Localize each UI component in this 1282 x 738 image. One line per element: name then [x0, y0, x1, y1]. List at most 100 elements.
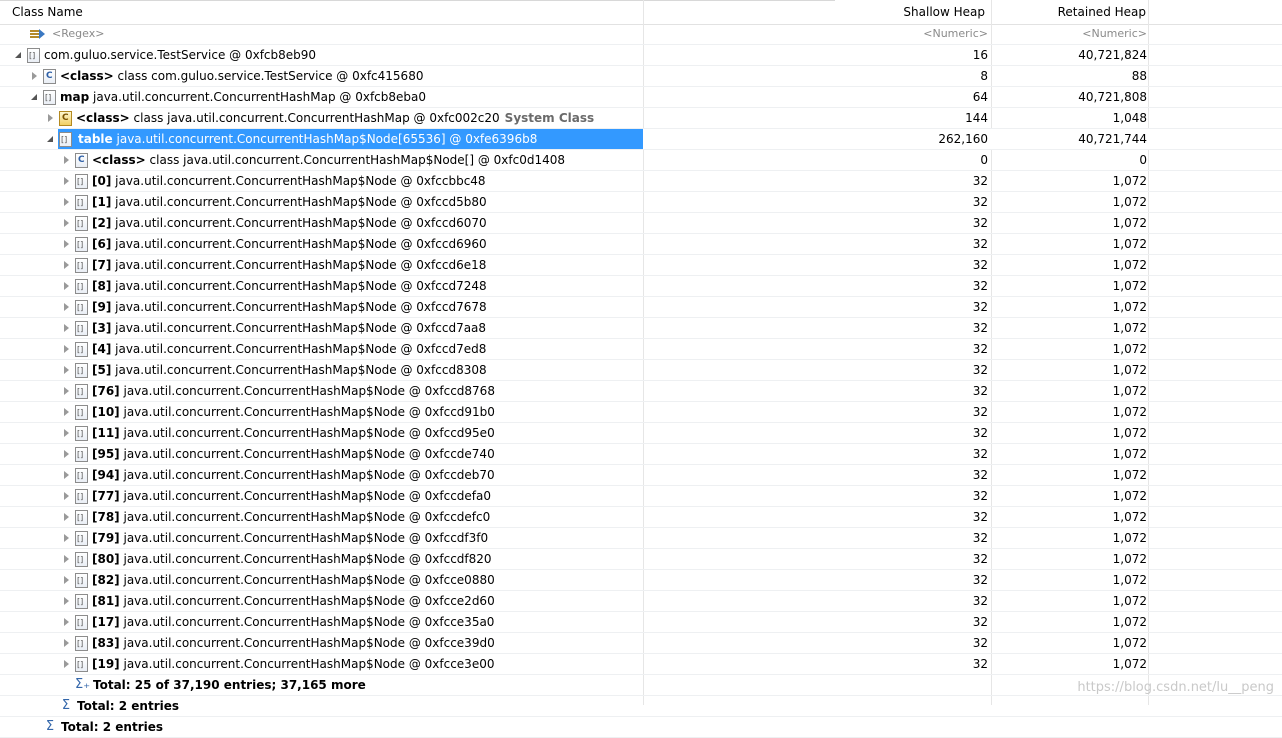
regex-filter-input[interactable]: <Regex>	[52, 24, 104, 44]
shallow-filter-input[interactable]: <Numeric>	[868, 24, 988, 44]
object-icon	[75, 341, 88, 357]
expand-right-icon[interactable]	[62, 218, 72, 228]
tree-row[interactable]: [76] java.util.concurrent.ConcurrentHash…	[0, 381, 1282, 402]
filter-row[interactable]: <Regex> <Numeric> <Numeric>	[0, 24, 1282, 45]
tree-row[interactable]: [79] java.util.concurrent.ConcurrentHash…	[0, 528, 1282, 549]
object-description: java.util.concurrent.ConcurrentHashMap$N…	[111, 258, 487, 272]
retained-heap-value: 1,072	[1112, 300, 1147, 314]
total-row[interactable]: Σ Total: 2 entries	[0, 717, 1282, 738]
tree-row[interactable]: [77] java.util.concurrent.ConcurrentHash…	[0, 486, 1282, 507]
tree-row[interactable]: [0] java.util.concurrent.ConcurrentHashM…	[0, 171, 1282, 192]
field-name: [11]	[92, 426, 120, 440]
tree-row[interactable]: [6] java.util.concurrent.ConcurrentHashM…	[0, 234, 1282, 255]
tree-row[interactable]: [78] java.util.concurrent.ConcurrentHash…	[0, 507, 1282, 528]
tree-row[interactable]: <class> class com.guluo.service.TestServ…	[0, 66, 1282, 87]
tree-row[interactable]: <class> class java.util.concurrent.Concu…	[0, 150, 1282, 171]
column-header-class-name[interactable]: Class Name	[12, 0, 83, 24]
retained-heap-value: 40,721,744	[1078, 132, 1147, 146]
expand-right-icon[interactable]	[62, 386, 72, 396]
row-label: <class> class java.util.concurrent.Concu…	[76, 108, 594, 128]
tree-row[interactable]: [11] java.util.concurrent.ConcurrentHash…	[0, 423, 1282, 444]
tree-row[interactable]: [82] java.util.concurrent.ConcurrentHash…	[0, 570, 1282, 591]
tree-row[interactable]: com.guluo.service.TestService @ 0xfcb8eb…	[0, 45, 1282, 66]
object-description: java.util.concurrent.ConcurrentHashMap$N…	[111, 300, 487, 314]
object-description: java.util.concurrent.ConcurrentHashMap$N…	[111, 216, 487, 230]
object-description: class java.util.concurrent.ConcurrentHas…	[129, 111, 500, 125]
expand-right-icon[interactable]	[62, 302, 72, 312]
tree-row[interactable]: [4] java.util.concurrent.ConcurrentHashM…	[0, 339, 1282, 360]
retained-heap-value: 1,072	[1112, 195, 1147, 209]
expand-right-icon[interactable]	[62, 491, 72, 501]
tree-row[interactable]: map java.util.concurrent.ConcurrentHashM…	[0, 87, 1282, 108]
tree-row[interactable]: [7] java.util.concurrent.ConcurrentHashM…	[0, 255, 1282, 276]
expand-right-icon[interactable]	[62, 596, 72, 606]
shallow-heap-value: 32	[972, 657, 988, 671]
object-description: class com.guluo.service.TestService @ 0x…	[113, 69, 424, 83]
tree-row[interactable]: [8] java.util.concurrent.ConcurrentHashM…	[0, 276, 1282, 297]
expand-right-icon[interactable]	[62, 281, 72, 291]
tree-row[interactable]: [9] java.util.concurrent.ConcurrentHashM…	[0, 297, 1282, 318]
row-label: [6] java.util.concurrent.ConcurrentHashM…	[92, 234, 487, 254]
expand-right-icon[interactable]	[62, 575, 72, 585]
header-top-line	[0, 0, 835, 1]
field-name: [8]	[92, 279, 112, 293]
tree-row[interactable]: [81] java.util.concurrent.ConcurrentHash…	[0, 591, 1282, 612]
expand-right-icon[interactable]	[62, 365, 72, 375]
row-label: [81] java.util.concurrent.ConcurrentHash…	[92, 591, 495, 611]
expand-right-icon[interactable]	[62, 470, 72, 480]
tree-row[interactable]: [83] java.util.concurrent.ConcurrentHash…	[0, 633, 1282, 654]
row-label: [95] java.util.concurrent.ConcurrentHash…	[92, 444, 495, 464]
tree-row[interactable]: [80] java.util.concurrent.ConcurrentHash…	[0, 549, 1282, 570]
expand-down-icon[interactable]	[14, 50, 24, 60]
shallow-heap-value: 32	[972, 216, 988, 230]
object-icon	[75, 635, 88, 651]
retained-heap-value	[1027, 717, 1147, 737]
expand-right-icon[interactable]	[62, 554, 72, 564]
expand-right-icon[interactable]	[62, 323, 72, 333]
field-name: [1]	[92, 195, 112, 209]
expand-right-icon[interactable]	[62, 197, 72, 207]
expand-right-icon[interactable]	[62, 512, 72, 522]
expand-right-icon[interactable]	[62, 449, 72, 459]
tree-row[interactable]: [5] java.util.concurrent.ConcurrentHashM…	[0, 360, 1282, 381]
column-header-shallow-heap[interactable]: Shallow Heap	[903, 0, 985, 24]
tree-row[interactable]: [95] java.util.concurrent.ConcurrentHash…	[0, 444, 1282, 465]
object-icon	[75, 173, 88, 189]
column-header-retained-heap[interactable]: Retained Heap	[1058, 0, 1146, 24]
expand-right-icon[interactable]	[30, 71, 40, 81]
tree-row[interactable]: [2] java.util.concurrent.ConcurrentHashM…	[0, 213, 1282, 234]
tree-row[interactable]: [17] java.util.concurrent.ConcurrentHash…	[0, 612, 1282, 633]
expand-right-icon[interactable]	[46, 113, 56, 123]
expand-right-icon[interactable]	[62, 344, 72, 354]
expand-right-icon[interactable]	[62, 638, 72, 648]
shallow-heap-value: 64	[972, 90, 988, 104]
expand-right-icon[interactable]	[62, 155, 72, 165]
expand-right-icon[interactable]	[62, 176, 72, 186]
expand-right-icon[interactable]	[62, 407, 72, 417]
tree-row[interactable]: [1] java.util.concurrent.ConcurrentHashM…	[0, 192, 1282, 213]
expand-down-icon[interactable]	[30, 92, 40, 102]
expand-right-icon[interactable]	[62, 659, 72, 669]
expand-right-icon[interactable]	[62, 239, 72, 249]
expand-right-icon[interactable]	[62, 428, 72, 438]
tree-row[interactable]: [3] java.util.concurrent.ConcurrentHashM…	[0, 318, 1282, 339]
retained-filter-input[interactable]: <Numeric>	[1027, 24, 1147, 44]
object-icon	[75, 551, 88, 567]
expand-right-icon[interactable]	[62, 617, 72, 627]
tree-row[interactable]: table java.util.concurrent.ConcurrentHas…	[0, 129, 1282, 150]
retained-heap-value: 1,072	[1112, 615, 1147, 629]
total-row[interactable]: Σ Total: 2 entries	[0, 696, 1282, 717]
expand-right-icon[interactable]	[62, 533, 72, 543]
tree-row[interactable]: [10] java.util.concurrent.ConcurrentHash…	[0, 402, 1282, 423]
tree-row[interactable]: [94] java.util.concurrent.ConcurrentHash…	[0, 465, 1282, 486]
tree-row[interactable]: <class> class java.util.concurrent.Concu…	[0, 108, 1282, 129]
expand-right-icon[interactable]	[62, 260, 72, 270]
expand-down-icon[interactable]	[46, 134, 56, 144]
object-description: java.util.concurrent.ConcurrentHashMap$N…	[112, 132, 538, 146]
shallow-heap-value: 32	[972, 615, 988, 629]
row-label: [17] java.util.concurrent.ConcurrentHash…	[92, 612, 494, 632]
tree-row[interactable]: [19] java.util.concurrent.ConcurrentHash…	[0, 654, 1282, 675]
